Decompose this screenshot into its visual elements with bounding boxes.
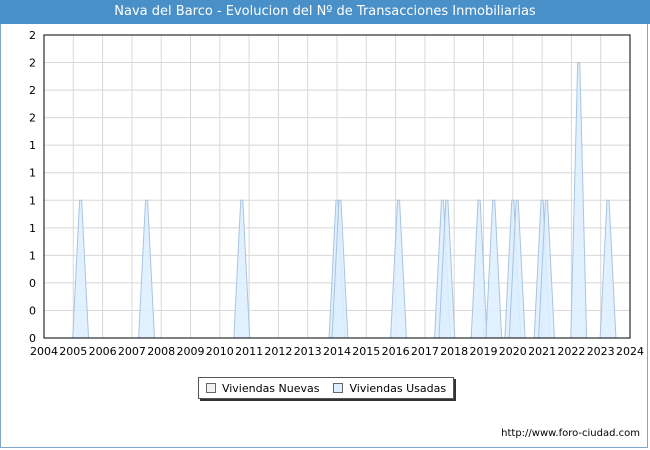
legend-item-usadas: Viviendas Usadas — [333, 382, 446, 395]
x-tick-label: 2022 — [557, 345, 585, 358]
x-tick-label: 2013 — [294, 345, 322, 358]
area-spike-usadas — [390, 199, 407, 339]
x-tick-label: 2021 — [528, 345, 556, 358]
y-tick-label: 2 — [29, 112, 36, 125]
y-tick-label: 1 — [29, 249, 36, 262]
y-tick-label: 1 — [29, 167, 36, 180]
y-tick-label: 2 — [29, 57, 36, 70]
y-tick-label: 2 — [29, 29, 36, 42]
area-spike-usadas — [72, 199, 90, 339]
area-spike-usadas — [470, 199, 488, 339]
x-tick-label: 2004 — [30, 345, 58, 358]
area-spike-usadas — [138, 199, 155, 339]
x-tick-label: 2019 — [470, 345, 498, 358]
x-tick-label: 2006 — [89, 345, 117, 358]
area-spike-usadas — [485, 199, 503, 339]
x-tick-label: 2009 — [177, 345, 205, 358]
x-tick-label: 2024 — [616, 345, 644, 358]
x-tick-label: 2017 — [411, 345, 439, 358]
y-tick-label: 1 — [29, 194, 36, 207]
legend-swatch-usadas — [333, 383, 344, 393]
x-tick-label: 2005 — [59, 345, 87, 358]
y-tick-label: 1 — [29, 222, 36, 235]
x-tick-label: 2020 — [499, 345, 527, 358]
x-tick-label: 2015 — [352, 345, 380, 358]
x-tick-label: 2007 — [118, 345, 146, 358]
x-tick-label: 2014 — [323, 345, 351, 358]
y-tick-label: 2 — [29, 84, 36, 97]
x-tick-label: 2016 — [382, 345, 410, 358]
legend: Viviendas Nuevas Viviendas Usadas — [198, 377, 454, 399]
y-tick-label: 1 — [29, 139, 36, 152]
x-tick-label: 2010 — [206, 345, 234, 358]
area-spike-usadas — [599, 199, 617, 339]
x-tick-label: 2023 — [587, 345, 615, 358]
legend-swatch-nuevas — [205, 383, 216, 393]
area-spike-usadas — [233, 199, 251, 339]
x-tick-label: 2008 — [147, 345, 175, 358]
x-tick-label: 2018 — [440, 345, 468, 358]
legend-item-nuevas: Viviendas Nuevas — [205, 381, 320, 395]
x-tick-label: 2012 — [264, 345, 292, 358]
x-axis-ticks: 2004 2005 2006 2007 2008 2009 2010 2011 2012 2013… — [30, 345, 644, 358]
legend-label-nuevas: Viviendas Nuevas — [221, 381, 320, 395]
legend-label-usadas: Viviendas Usadas — [349, 381, 447, 395]
y-tick-label: 0 — [29, 332, 36, 345]
y-tick-label: 0 — [29, 304, 36, 317]
y-tick-label: 0 — [29, 277, 36, 290]
y-axis-ticks: 0 0 0 1 1 1 1 1 2 2 2 2 — [29, 29, 36, 345]
x-tick-label: 2011 — [235, 345, 263, 358]
footer-url: http://www.foro-ciudad.com — [501, 428, 640, 439]
